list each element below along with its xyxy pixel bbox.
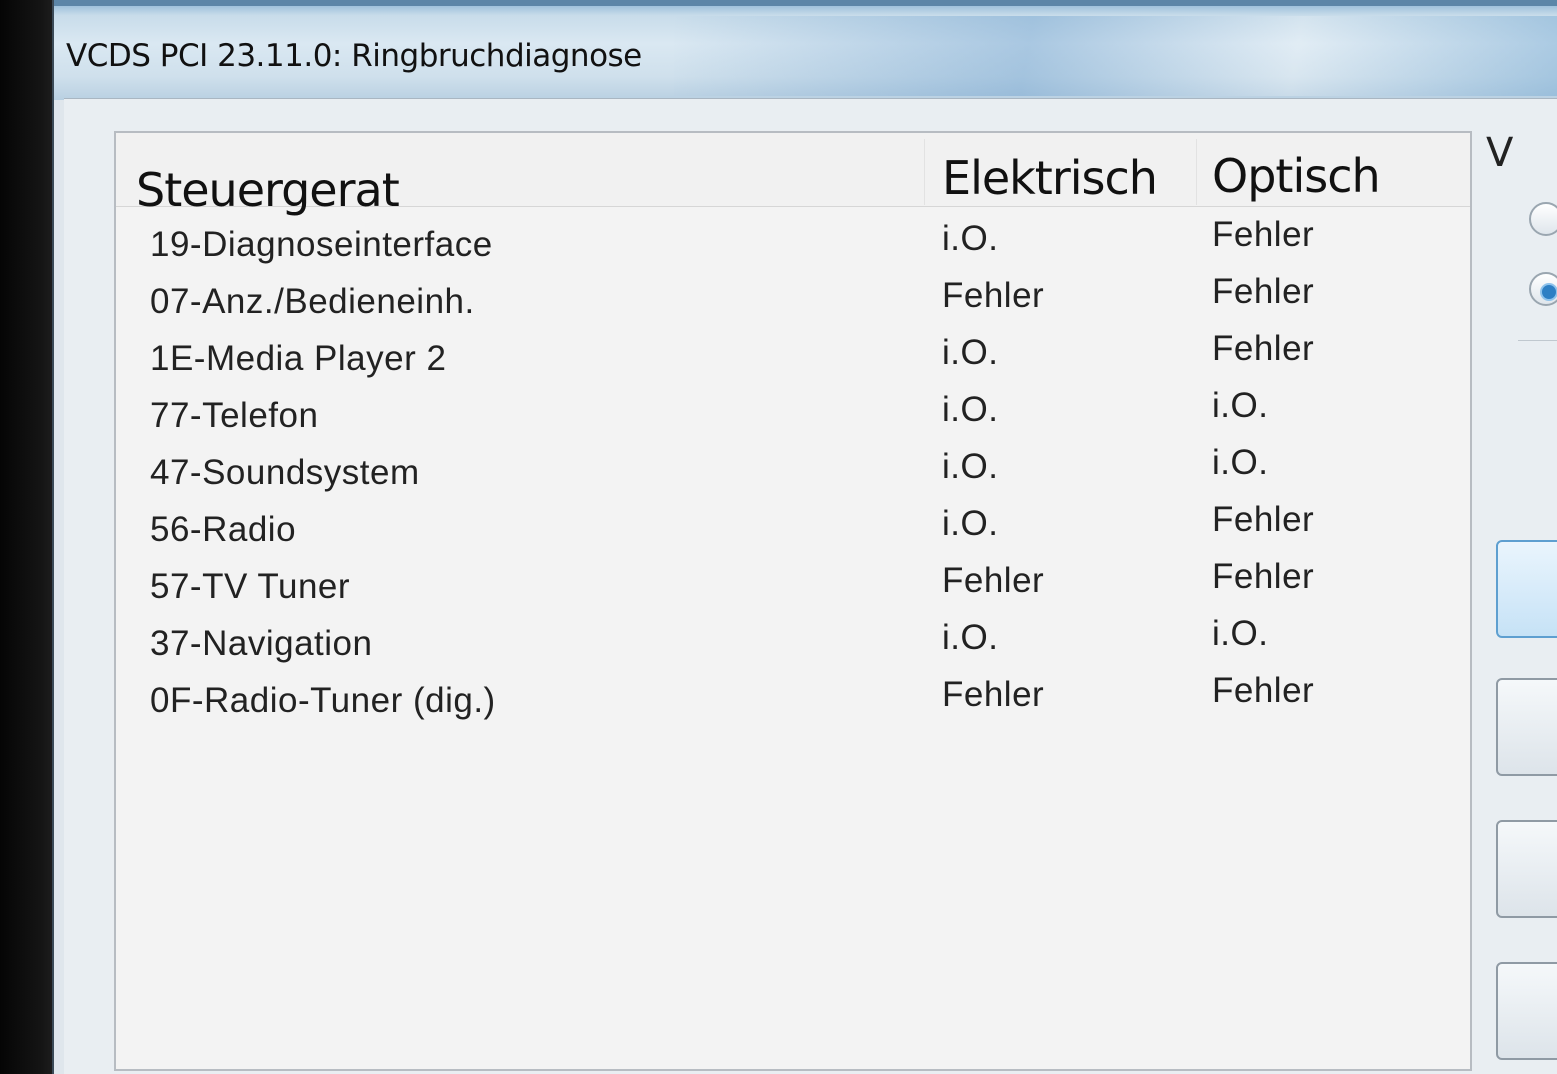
column-divider[interactable]: [1196, 139, 1197, 205]
ringbruchdiagnose-window: VCDS PCI 23.11.0: Ringbruchdiagnose Steu…: [52, 0, 1557, 1074]
table-row[interactable]: 56-Radio i.O. Fehler: [116, 496, 1470, 553]
cell-optisch: i.O.: [1212, 614, 1269, 653]
column-header-elektrisch[interactable]: Elektrisch: [942, 151, 1158, 205]
table-row[interactable]: 47-Soundsystem i.O. i.O.: [116, 439, 1470, 496]
cell-elektrisch: Fehler: [942, 561, 1045, 600]
cell-optisch: Fehler: [1212, 671, 1315, 710]
side-button[interactable]: [1496, 962, 1557, 1060]
radio-selected-icon[interactable]: [1529, 272, 1557, 306]
table-row[interactable]: 0F-Radio-Tuner (dig.) Fehler Fehler: [116, 667, 1470, 724]
cell-elektrisch: Fehler: [942, 276, 1045, 315]
dialog-client-area: Steuergerat Elektrisch Optisch 19-Diagno…: [64, 98, 1557, 1074]
cell-steuergerat: 1E-Media Player 2: [150, 339, 447, 378]
cell-elektrisch: Fehler: [942, 675, 1045, 714]
cell-elektrisch: i.O.: [942, 504, 999, 543]
cell-elektrisch: i.O.: [942, 618, 999, 657]
cell-steuergerat: 37-Navigation: [150, 624, 373, 663]
cell-optisch: i.O.: [1212, 386, 1269, 425]
table-row[interactable]: 77-Telefon i.O. i.O.: [116, 382, 1470, 439]
cell-elektrisch: i.O.: [942, 333, 999, 372]
list-rows: 19-Diagnoseinterface i.O. Fehler 07-Anz.…: [116, 211, 1470, 724]
cell-optisch: Fehler: [1212, 557, 1315, 596]
cell-optisch: i.O.: [1212, 443, 1269, 482]
group-divider: [1518, 340, 1557, 341]
cell-steuergerat: 47-Soundsystem: [150, 453, 420, 492]
cell-optisch: Fehler: [1212, 272, 1315, 311]
side-group-heading: V: [1486, 130, 1514, 176]
table-row[interactable]: 57-TV Tuner Fehler Fehler: [116, 553, 1470, 610]
radio-unselected-icon[interactable]: [1529, 202, 1557, 236]
cell-elektrisch: i.O.: [942, 219, 999, 258]
table-row[interactable]: 1E-Media Player 2 i.O. Fehler: [116, 325, 1470, 382]
table-row[interactable]: 07-Anz./Bedieneinh. Fehler Fehler: [116, 268, 1470, 325]
side-button[interactable]: [1496, 678, 1557, 776]
title-bar[interactable]: VCDS PCI 23.11.0: Ringbruchdiagnose: [54, 0, 1557, 100]
cell-optisch: Fehler: [1212, 500, 1315, 539]
monitor-bezel: [0, 0, 60, 1074]
cell-steuergerat: 77-Telefon: [150, 396, 319, 435]
cell-elektrisch: i.O.: [942, 390, 999, 429]
cell-steuergerat: 19-Diagnoseinterface: [150, 225, 493, 264]
side-button-focused[interactable]: [1496, 540, 1557, 638]
table-row[interactable]: 37-Navigation i.O. i.O.: [116, 610, 1470, 667]
cell-elektrisch: i.O.: [942, 447, 999, 486]
cell-steuergerat: 56-Radio: [150, 510, 297, 549]
side-button[interactable]: [1496, 820, 1557, 918]
cell-optisch: Fehler: [1212, 329, 1315, 368]
column-header-steuergerat[interactable]: Steuergerat: [136, 163, 400, 217]
cell-steuergerat: 07-Anz./Bedieneinh.: [150, 282, 475, 321]
column-divider[interactable]: [924, 139, 925, 205]
control-module-list[interactable]: Steuergerat Elektrisch Optisch 19-Diagno…: [114, 131, 1472, 1071]
column-header-optisch[interactable]: Optisch: [1212, 149, 1381, 203]
list-header: Steuergerat Elektrisch Optisch: [116, 133, 1470, 217]
cell-steuergerat: 0F-Radio-Tuner (dig.): [150, 681, 496, 720]
table-row[interactable]: 19-Diagnoseinterface i.O. Fehler: [116, 211, 1470, 268]
cell-steuergerat: 57-TV Tuner: [150, 567, 351, 606]
cell-optisch: Fehler: [1212, 215, 1315, 254]
window-title: VCDS PCI 23.11.0: Ringbruchdiagnose: [66, 38, 642, 74]
